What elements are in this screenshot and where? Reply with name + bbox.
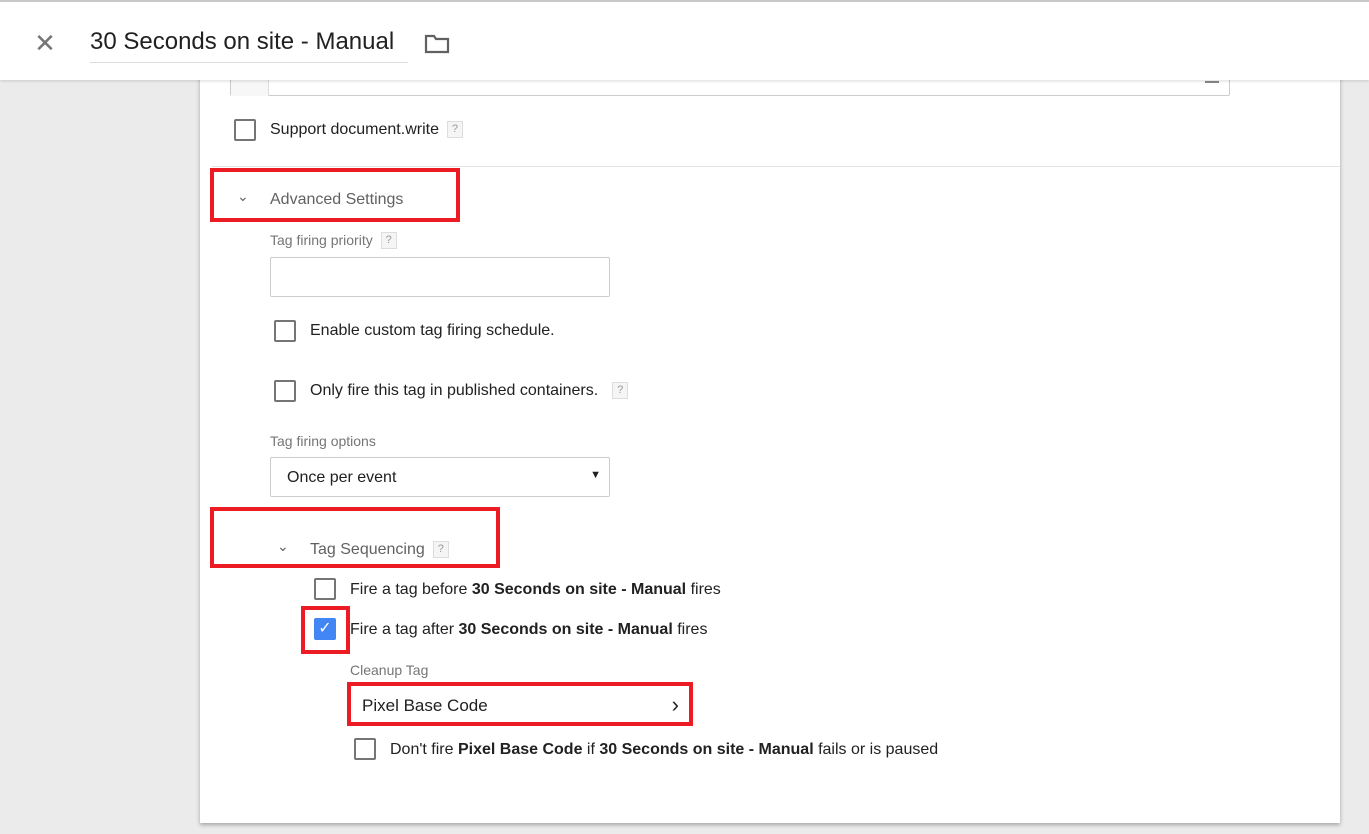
support-document-write-label: Support document.write bbox=[270, 121, 439, 138]
priority-input[interactable] bbox=[270, 257, 610, 297]
priority-label: Tag firing priority bbox=[270, 232, 373, 248]
fire-before-checkbox[interactable] bbox=[314, 578, 336, 600]
help-icon[interactable]: ? bbox=[612, 382, 629, 400]
fire-after-checkbox[interactable]: ✓ bbox=[314, 618, 336, 640]
custom-schedule-label: Enable custom tag firing schedule. bbox=[310, 322, 555, 339]
fire-before-label: Fire a tag before 30 Seconds on site - M… bbox=[350, 581, 721, 598]
folder-icon[interactable] bbox=[424, 34, 450, 54]
chevron-down-icon[interactable]: ⌄ bbox=[277, 538, 289, 555]
cleanup-tag-selector[interactable]: Pixel Base Code › bbox=[347, 682, 693, 726]
help-icon[interactable]: ? bbox=[432, 541, 449, 559]
cleanup-tag-label: Cleanup Tag bbox=[350, 662, 429, 678]
dont-fire-checkbox[interactable] bbox=[354, 738, 376, 760]
fire-after-label: Fire a tag after 30 Seconds on site - Ma… bbox=[350, 621, 708, 638]
dropdown-arrow-icon: ▼ bbox=[590, 469, 601, 481]
chevron-down-icon[interactable]: ⌄ bbox=[237, 188, 249, 205]
help-icon[interactable]: ? bbox=[380, 232, 397, 250]
dont-fire-label: Don't fire Pixel Base Code if 30 Seconds… bbox=[390, 741, 939, 758]
firing-options-label: Tag firing options bbox=[270, 433, 376, 449]
divider bbox=[212, 166, 1340, 167]
custom-schedule-checkbox[interactable] bbox=[274, 320, 296, 342]
close-icon[interactable]: ✕ bbox=[34, 30, 56, 56]
advanced-settings-header[interactable]: Advanced Settings bbox=[270, 191, 403, 209]
published-only-checkbox[interactable] bbox=[274, 380, 296, 402]
published-only-label: Only fire this tag in published containe… bbox=[310, 382, 599, 399]
tag-sequencing-header[interactable]: Tag Sequencing bbox=[310, 541, 425, 558]
firing-options-select[interactable]: Once per event ▼ bbox=[270, 457, 610, 497]
cleanup-tag-value: Pixel Base Code bbox=[362, 696, 488, 715]
help-icon[interactable]: ? bbox=[446, 121, 463, 139]
tag-name-field[interactable]: 30 Seconds on site - Manual bbox=[90, 28, 408, 63]
chevron-right-icon: › bbox=[671, 692, 679, 717]
support-document-write-checkbox[interactable] bbox=[234, 119, 256, 141]
editor-header: ✕ 30 Seconds on site - Manual bbox=[0, 0, 1369, 80]
firing-options-value: Once per event bbox=[287, 469, 397, 486]
